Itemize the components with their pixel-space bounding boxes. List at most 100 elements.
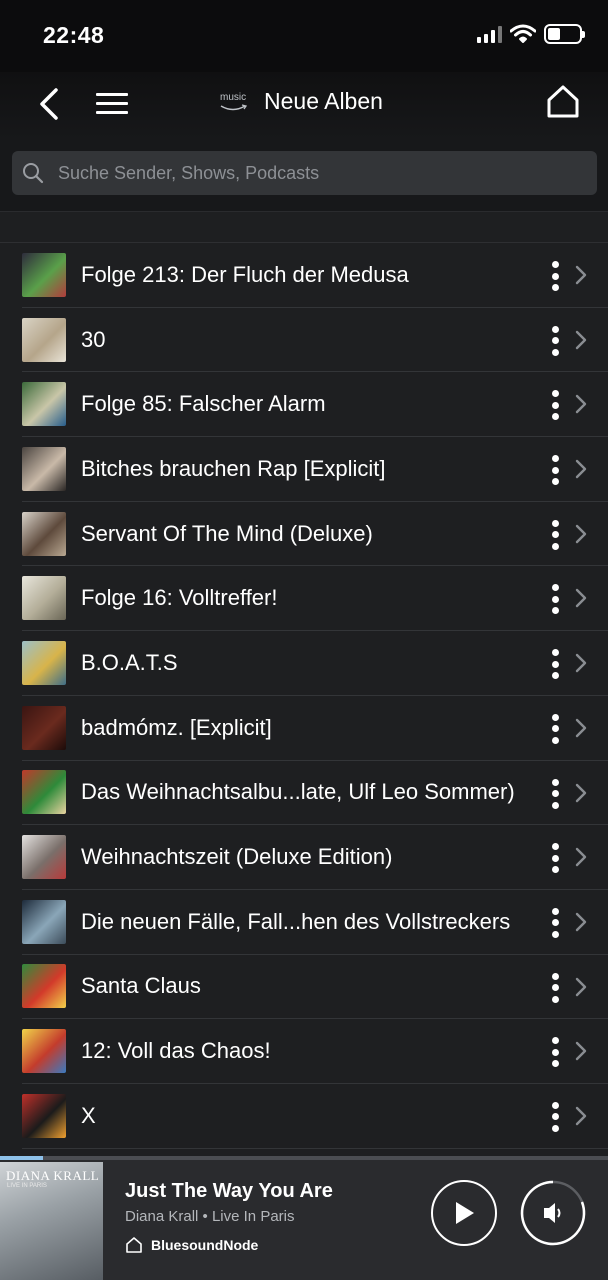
- album-cover: [22, 835, 66, 880]
- list-item[interactable]: Servant Of The Mind (Deluxe): [22, 502, 608, 567]
- more-options-icon[interactable]: [550, 1101, 560, 1132]
- album-title: 30: [81, 326, 106, 352]
- chevron-right-icon: [575, 265, 587, 285]
- more-options-icon[interactable]: [550, 325, 560, 356]
- cover-album: LIVE IN PARIS: [7, 1183, 47, 1189]
- chevron-right-icon: [575, 1042, 587, 1061]
- album-cover: [22, 1029, 66, 1074]
- more-options-icon[interactable]: [550, 390, 560, 421]
- back-icon[interactable]: [36, 86, 64, 122]
- list-item[interactable]: Weihnachtszeit (Deluxe Edition): [22, 825, 608, 890]
- album-cover: [22, 511, 66, 556]
- battery-icon: [544, 24, 585, 44]
- album-cover: [22, 576, 66, 621]
- album-list: Folge 213: Der Fluch der Medusa 30 Folge…: [0, 242, 608, 1156]
- more-options-icon[interactable]: [550, 1037, 560, 1068]
- album-title: Folge 16: Volltreffer!: [81, 585, 278, 611]
- now-playing-cover: DIANA KRALL LIVE IN PARIS: [0, 1162, 103, 1280]
- nav-header: music Neue Alben: [0, 72, 608, 140]
- album-title: Bitches brauchen Rap [Explicit]: [81, 455, 386, 481]
- album-cover: [22, 770, 66, 815]
- album-cover: [22, 640, 66, 685]
- logo-text: music: [220, 92, 247, 103]
- chevron-right-icon: [575, 977, 587, 996]
- search-box[interactable]: [12, 151, 597, 195]
- album-title: Das Weihnachtsalbu...late, Ulf Leo Somme…: [81, 779, 515, 805]
- more-options-icon[interactable]: [550, 778, 560, 809]
- cover-artist: DIANA KRALL: [6, 1168, 100, 1183]
- album-title: badmómz. [Explicit]: [81, 714, 272, 740]
- more-options-icon[interactable]: [550, 584, 560, 615]
- album-cover: [22, 252, 66, 297]
- list-item[interactable]: Folge 16: Volltreffer!: [22, 566, 608, 632]
- list-item[interactable]: badmómz. [Explicit]: [22, 696, 608, 761]
- more-options-icon[interactable]: [550, 972, 560, 1003]
- list-item[interactable]: B.O.A.T.S: [22, 631, 608, 696]
- more-options-icon[interactable]: [550, 907, 560, 938]
- now-playing-subtitle: Diana Krall • Live In Paris: [125, 1208, 295, 1225]
- wifi-icon: [510, 24, 536, 43]
- cellular-signal-icon: [477, 25, 502, 43]
- album-cover: [22, 964, 66, 1009]
- chevron-right-icon: [575, 1106, 587, 1126]
- album-title: Die neuen Fälle, Fall...hen des Vollstre…: [81, 908, 511, 934]
- list-item[interactable]: Die neuen Fälle, Fall...hen des Vollstre…: [22, 890, 608, 955]
- album-cover: [22, 446, 66, 491]
- amazon-music-logo-icon: music: [218, 86, 248, 116]
- chevron-right-icon: [575, 912, 587, 932]
- album-cover: [22, 317, 66, 362]
- chevron-right-icon: [575, 330, 587, 349]
- list-item[interactable]: Santa Claus: [22, 955, 608, 1020]
- status-time: 22:48: [43, 22, 105, 48]
- page-title: Neue Alben: [264, 87, 383, 114]
- chevron-right-icon: [575, 847, 587, 867]
- chevron-right-icon: [575, 589, 587, 608]
- album-title: Weihnachtszeit (Deluxe Edition): [81, 844, 393, 870]
- album-title: Folge 85: Falscher Alarm: [81, 391, 326, 417]
- album-cover: [22, 899, 66, 944]
- nav-title-group: music Neue Alben: [218, 86, 383, 116]
- status-bar: 22:48: [0, 0, 608, 72]
- list-item[interactable]: Folge 85: Falscher Alarm: [22, 372, 608, 438]
- more-options-icon[interactable]: [550, 713, 560, 744]
- device-name: BluesoundNode: [151, 1237, 259, 1253]
- chevron-right-icon: [575, 459, 587, 479]
- more-options-icon[interactable]: [550, 261, 560, 291]
- album-title: X: [81, 1102, 96, 1128]
- search-input[interactable]: [58, 162, 538, 184]
- more-options-icon[interactable]: [550, 519, 560, 550]
- album-cover: [22, 705, 66, 750]
- chevron-right-icon: [575, 718, 587, 738]
- more-options-icon[interactable]: [550, 843, 560, 874]
- album-title: Santa Claus: [81, 973, 201, 999]
- album-title: Servant Of The Mind (Deluxe): [81, 520, 373, 546]
- home-icon[interactable]: [546, 84, 580, 120]
- list-item[interactable]: 30: [22, 308, 608, 373]
- more-options-icon[interactable]: [550, 455, 560, 486]
- chevron-right-icon: [575, 395, 587, 414]
- album-cover: [22, 1093, 66, 1138]
- more-options-icon[interactable]: [550, 649, 560, 680]
- playback-progress: [0, 1156, 608, 1160]
- play-button[interactable]: [431, 1180, 497, 1246]
- now-playing-title: Just The Way You Are: [125, 1180, 333, 1202]
- list-item[interactable]: 12: Voll das Chaos!: [22, 1019, 608, 1084]
- menu-icon[interactable]: [96, 88, 128, 120]
- album-title: Folge 213: Der Fluch der Medusa: [81, 261, 409, 287]
- album-cover: [22, 382, 66, 427]
- home-icon: [126, 1237, 142, 1253]
- chevron-right-icon: [575, 524, 587, 543]
- list-item[interactable]: Bitches brauchen Rap [Explicit]: [22, 437, 608, 502]
- output-device[interactable]: BluesoundNode: [125, 1236, 258, 1254]
- search-icon: [23, 163, 44, 184]
- list-item[interactable]: Folge 213: Der Fluch der Medusa: [22, 243, 608, 308]
- album-title: 12: Voll das Chaos!: [81, 1038, 271, 1064]
- status-icons: [477, 24, 585, 44]
- list-item[interactable]: X: [22, 1084, 608, 1149]
- chevron-right-icon: [575, 653, 587, 673]
- now-playing-bar[interactable]: DIANA KRALL LIVE IN PARIS Just The Way Y…: [0, 1156, 608, 1280]
- list-item[interactable]: Das Weihnachtsalbu...late, Ulf Leo Somme…: [22, 761, 608, 826]
- play-icon: [456, 1202, 474, 1224]
- chevron-right-icon: [575, 783, 587, 802]
- volume-button[interactable]: [520, 1180, 586, 1246]
